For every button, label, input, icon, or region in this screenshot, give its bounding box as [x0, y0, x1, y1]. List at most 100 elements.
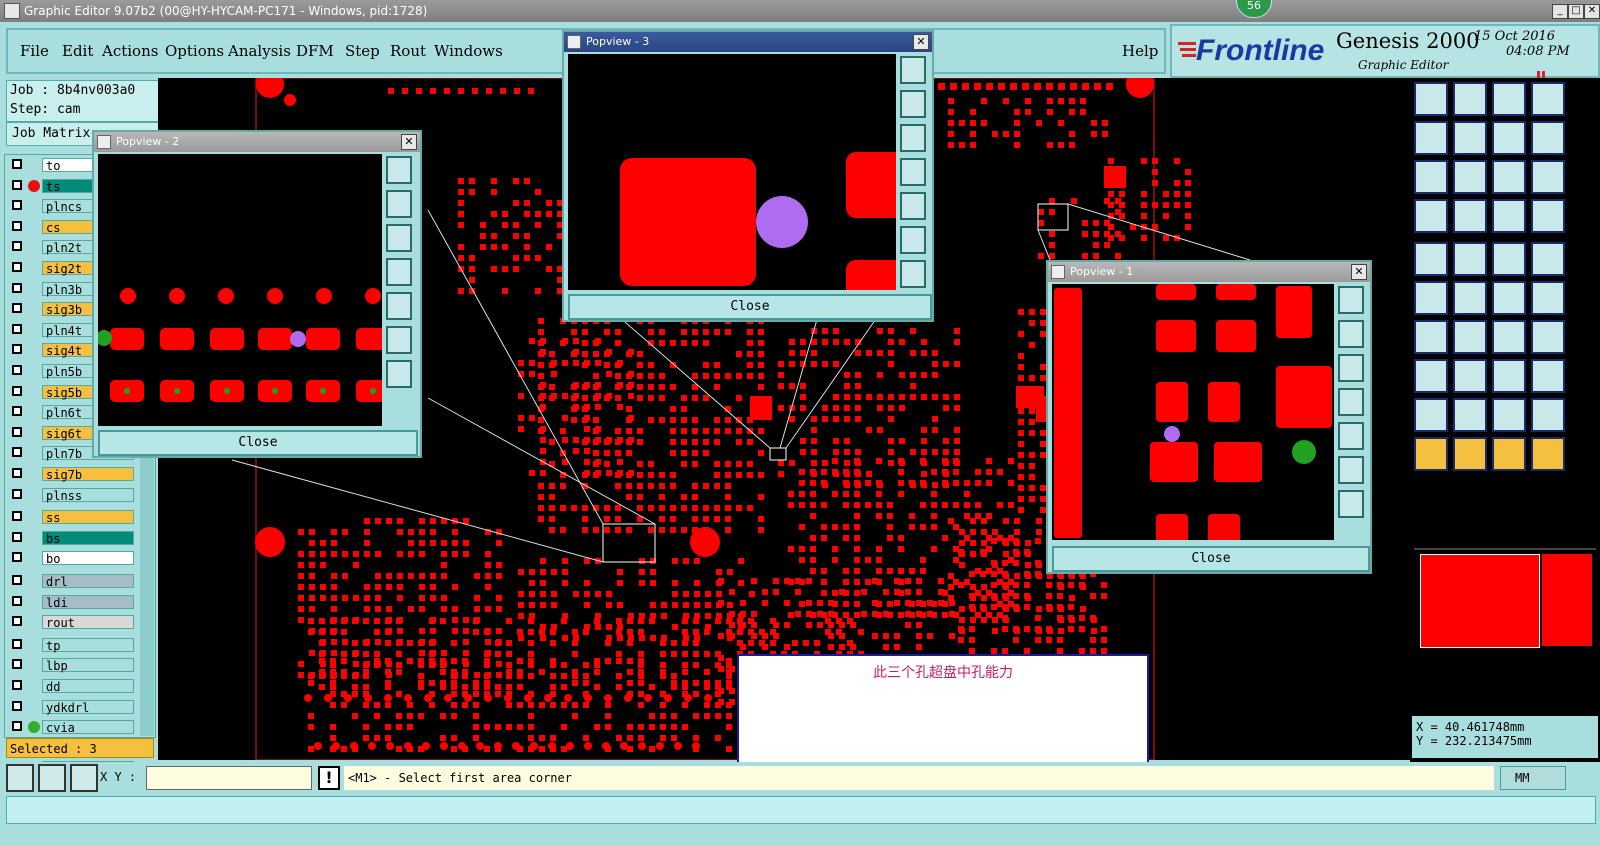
layer-checkbox[interactable] [12, 426, 22, 437]
traffic-light-icon[interactable] [1492, 199, 1526, 233]
palette-icon[interactable] [1414, 199, 1448, 233]
layer-checkbox[interactable] [12, 511, 22, 522]
measure-area-icon[interactable] [1453, 242, 1487, 276]
maximize-button[interactable]: □ [1568, 4, 1584, 19]
popview-3-pan-down-icon[interactable] [900, 124, 926, 152]
layer-row[interactable]: sig7b [10, 467, 140, 482]
layer-row[interactable]: dd [10, 679, 140, 694]
layer-checkbox[interactable] [12, 468, 22, 478]
home-icon[interactable] [1492, 82, 1526, 116]
popview-1-zoom-icon[interactable] [1338, 286, 1364, 314]
layer-row[interactable]: ydkdrl [10, 699, 140, 715]
layer-row[interactable]: ss [10, 510, 140, 525]
line-draw-icon[interactable] [1414, 320, 1448, 354]
menu-actions[interactable]: Actions [102, 42, 158, 60]
layer-row[interactable]: cvia [10, 720, 140, 735]
center-icon[interactable] [1453, 160, 1487, 194]
layer-checkbox[interactable] [12, 385, 22, 396]
layer-checkbox[interactable] [12, 282, 22, 293]
layer-row[interactable]: plnss [10, 487, 140, 503]
popview-1-titlebar[interactable]: Popview - 1 ✕ [1048, 262, 1370, 282]
layer-checkbox[interactable] [12, 365, 22, 375]
move-left-icon[interactable] [1414, 121, 1448, 155]
layer-checkbox[interactable] [12, 303, 22, 314]
layer-checkbox[interactable] [12, 638, 22, 649]
layer-checkbox[interactable] [12, 344, 22, 355]
xy-input[interactable] [146, 766, 312, 790]
popview-1-pan-down-icon[interactable] [1338, 354, 1364, 382]
popview-3-pan-right-icon[interactable] [900, 192, 926, 220]
popview-2-pan-right-icon[interactable] [386, 292, 412, 320]
menu-file[interactable]: File [20, 42, 49, 60]
arc-icon[interactable] [1531, 281, 1565, 315]
menu-rout[interactable]: Rout [390, 42, 426, 60]
layer-checkbox[interactable] [12, 447, 22, 458]
layer-checkbox[interactable] [12, 220, 22, 231]
menu-edit[interactable]: Edit [62, 42, 93, 60]
layer-row[interactable]: ldi [10, 594, 140, 610]
pointer-icon[interactable] [1414, 437, 1448, 471]
layer-row[interactable]: rout [10, 615, 140, 630]
popview-3-close-icon[interactable]: ✕ [913, 34, 929, 50]
layer-checkbox[interactable] [12, 575, 22, 585]
popview-2-zoom-icon[interactable] [386, 156, 412, 184]
layer-checkbox[interactable] [12, 531, 22, 542]
angle-icon[interactable] [38, 764, 66, 792]
layer-checkbox[interactable] [12, 323, 22, 334]
layer-row[interactable]: lbp [10, 658, 140, 673]
select-pointer-icon[interactable] [1453, 437, 1487, 471]
popview-1-close-icon[interactable]: ✕ [1351, 264, 1367, 280]
layer-checkbox[interactable] [12, 659, 22, 670]
layer-row[interactable]: tp [10, 637, 140, 653]
swap-icon[interactable] [1492, 121, 1526, 155]
popview-1-view[interactable] [1052, 284, 1334, 540]
popview-3-view[interactable] [568, 54, 896, 290]
units-select[interactable]: MM [1500, 766, 1566, 790]
alert-icon[interactable]: ! [318, 766, 340, 790]
popview-2-close-icon[interactable]: ✕ [401, 134, 417, 150]
popview-2-pan-down-icon[interactable] [386, 224, 412, 252]
layer-checkbox[interactable] [12, 552, 22, 563]
layer-checkbox[interactable] [12, 700, 22, 711]
menu-options[interactable]: Options [165, 42, 224, 60]
overview-map[interactable] [1414, 548, 1596, 650]
open-icon[interactable] [1414, 82, 1448, 116]
popview-1-close-button[interactable]: Close [1052, 546, 1370, 572]
pick-icon[interactable] [1414, 242, 1448, 276]
net-select-icon[interactable] [1531, 437, 1565, 471]
mirror-icon[interactable] [1531, 320, 1565, 354]
popview-2-pan-up-icon[interactable] [386, 190, 412, 218]
minus-icon[interactable] [1453, 359, 1487, 393]
popview-3-pan-left-icon[interactable] [900, 158, 926, 186]
cluster-icon[interactable] [1531, 359, 1565, 393]
scale-icon[interactable] [1492, 160, 1526, 194]
save-icon[interactable] [1453, 82, 1487, 116]
layer-checkbox[interactable] [12, 488, 22, 499]
close-window-button[interactable]: ✕ [1584, 4, 1600, 19]
grid-view-icon[interactable] [1453, 199, 1487, 233]
line-point-icon[interactable] [1453, 320, 1487, 354]
ruler-icon[interactable] [1492, 242, 1526, 276]
menu-dfm[interactable]: DFM [296, 42, 334, 60]
popview-3-titlebar[interactable]: Popview - 3 ✕ [564, 32, 932, 52]
rotate-icon[interactable] [1492, 320, 1526, 354]
window-icon[interactable] [1531, 82, 1565, 116]
overview-viewport[interactable] [1420, 554, 1540, 648]
layer-checkbox[interactable] [12, 721, 22, 732]
dot-icon[interactable] [1531, 242, 1565, 276]
popview-1-zoom-in-icon[interactable] [1338, 456, 1364, 484]
layer-checkbox[interactable] [12, 680, 22, 690]
popview-2-zoom-out-icon[interactable] [386, 360, 412, 388]
triangle-check-icon[interactable] [1531, 398, 1565, 432]
layer-checkbox[interactable] [12, 241, 22, 252]
snap-icon[interactable] [6, 764, 34, 792]
layer-checkbox[interactable] [12, 262, 22, 272]
connect-icon[interactable] [1414, 281, 1448, 315]
menu-step[interactable]: Step [345, 42, 380, 60]
arrow-select-icon[interactable] [1492, 437, 1526, 471]
menu-help[interactable]: Help [1122, 42, 1158, 60]
fit-icon[interactable] [1414, 160, 1448, 194]
vertex-icon[interactable] [1492, 281, 1526, 315]
popview-3-pan-up-icon[interactable] [900, 90, 926, 118]
popview-1-pan-up-icon[interactable] [1338, 320, 1364, 348]
